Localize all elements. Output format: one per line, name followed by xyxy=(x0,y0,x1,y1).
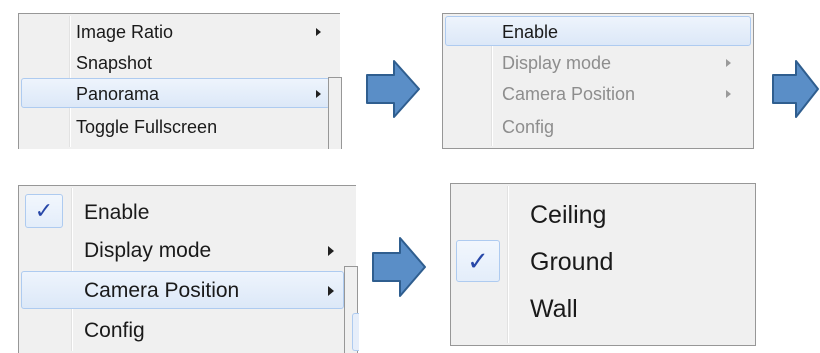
menu-item-label: Display mode xyxy=(502,53,612,73)
menu-item-image-ratio[interactable]: Image Ratio xyxy=(21,16,338,46)
menu-item-label: Ceiling xyxy=(530,201,607,229)
submenu-arrow-icon xyxy=(726,59,731,67)
submenu-arrow-icon xyxy=(316,90,321,98)
menu-item-ground[interactable]: Ground xyxy=(453,239,753,285)
menu-item-wall[interactable]: Wall xyxy=(453,286,753,332)
submenu-arrow-icon xyxy=(726,90,731,98)
camera-position-submenu: Ceiling ✓ Ground Wall xyxy=(450,183,756,346)
menu-item-camera-position[interactable]: Camera Position xyxy=(21,271,344,309)
menu-item-label: Wall xyxy=(530,295,578,323)
menu-item-config: Config xyxy=(445,111,751,141)
right-arrow-icon xyxy=(366,60,420,118)
menu-item-label: Enable xyxy=(84,201,150,224)
submenu-arrow-icon xyxy=(328,286,334,296)
panorama-submenu-enabled: ✓ Enable Display mode Camera Position Co… xyxy=(18,185,356,353)
menu-item-label: Display mode xyxy=(84,239,212,262)
menu-item-label: Image Ratio xyxy=(76,22,174,42)
submenu-arrow-icon xyxy=(328,246,334,256)
menu-item-label: Enable xyxy=(502,22,559,42)
menu-item-ceiling[interactable]: Ceiling xyxy=(453,192,753,238)
menu-item-label: Camera Position xyxy=(502,84,636,104)
submenu-highlight-edge xyxy=(352,313,359,351)
menu-item-config[interactable]: Config xyxy=(21,311,354,349)
menu-item-snapshot[interactable]: Snapshot xyxy=(21,47,338,77)
menu-item-label: Ground xyxy=(530,248,614,276)
menu-item-camera-position: Camera Position xyxy=(445,78,751,108)
menu-item-toggle-fullscreen[interactable]: Toggle Fullscreen xyxy=(21,111,338,141)
menu-item-enable[interactable]: Enable xyxy=(21,193,354,231)
menu-item-label: Snapshot xyxy=(76,53,153,73)
panorama-submenu: Enable Display mode Camera Position Conf… xyxy=(442,13,754,149)
menu-item-panorama[interactable]: Panorama xyxy=(21,78,330,108)
right-arrow-icon xyxy=(372,237,426,297)
menu-item-label: Camera Position xyxy=(84,279,240,302)
submenu-edge xyxy=(344,266,359,353)
menu-item-enable[interactable]: Enable xyxy=(445,16,751,46)
menu-item-label: Toggle Fullscreen xyxy=(76,117,218,137)
menu-item-display-mode[interactable]: Display mode xyxy=(21,231,354,269)
right-arrow-icon xyxy=(772,60,819,118)
menu-item-label: Config xyxy=(84,319,145,342)
submenu-arrow-icon xyxy=(316,28,321,36)
context-menu-main: Image Ratio Snapshot Panorama Toggle Ful… xyxy=(18,13,340,149)
menu-item-display-mode: Display mode xyxy=(445,47,751,77)
menu-item-label: Config xyxy=(502,117,555,137)
submenu-edge xyxy=(328,77,342,149)
menu-item-label: Panorama xyxy=(76,84,160,104)
